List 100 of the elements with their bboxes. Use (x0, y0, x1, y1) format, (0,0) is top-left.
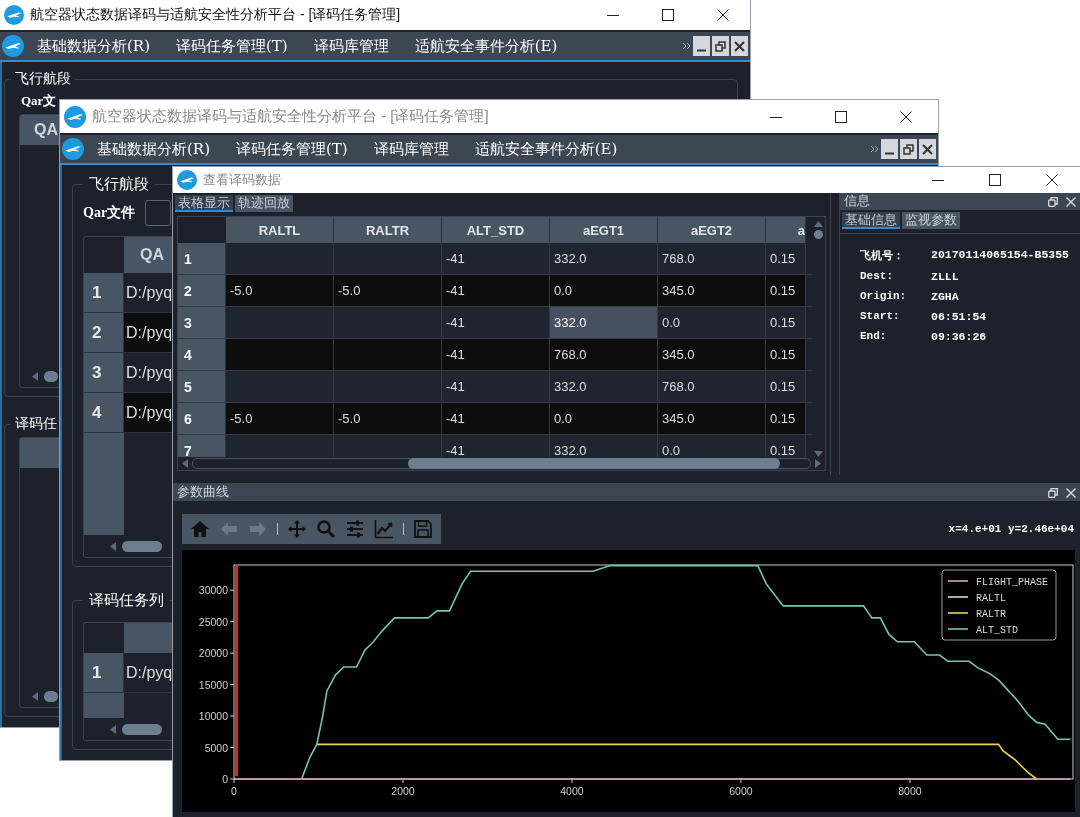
window-title: 查看译码数据 (203, 171, 282, 189)
table-cell: 332.0 (550, 243, 658, 274)
close-icon[interactable] (899, 110, 912, 123)
scroll-left-icon[interactable] (110, 724, 116, 734)
row-number: 2 (178, 275, 226, 306)
table-cell: 345.0 (658, 339, 766, 370)
maximize-icon[interactable] (834, 110, 847, 123)
tab[interactable]: 基础信息 (842, 212, 900, 229)
restore-icon[interactable] (903, 143, 914, 155)
field-label: Origin: (860, 290, 908, 303)
group-title: 飞行航段 (88, 175, 150, 194)
chevron-icon[interactable] (682, 42, 691, 50)
table-cell: -5.0 (334, 403, 442, 434)
scrollbar-thumb[interactable] (44, 370, 58, 382)
sliders-icon[interactable] (345, 519, 365, 539)
table-cell: -41 (442, 339, 550, 370)
cursor-coordinates: x=4.e+01 y=2.46e+04 (948, 523, 1074, 535)
field-label: Qar文件 (83, 204, 136, 222)
close-icon[interactable] (922, 143, 933, 155)
chevron-icon[interactable] (870, 145, 879, 153)
maximize-icon[interactable] (661, 9, 674, 21)
row-number: 3 (178, 307, 226, 338)
table-cell: 768.0 (658, 243, 766, 274)
tick-label: 10000 (198, 710, 228, 723)
menu-item[interactable]: 适航安全事件分析(E) (401, 36, 571, 56)
menu-item[interactable]: 译码库管理 (300, 36, 402, 56)
field-label: Start: (860, 310, 901, 323)
table-cell: 768.0 (658, 371, 766, 402)
app-logo-icon (64, 105, 86, 128)
column-header: RALTL (226, 217, 334, 243)
tab[interactable]: 轨迹回放 (235, 195, 293, 212)
save-icon[interactable] (413, 519, 433, 539)
table-cell: 332.0 (550, 435, 658, 457)
close-icon[interactable] (716, 9, 729, 21)
search-icon[interactable] (316, 519, 336, 539)
close-icon[interactable] (1045, 174, 1058, 186)
table-cell: 345.0 (658, 275, 766, 306)
scroll-up-icon[interactable] (814, 221, 823, 227)
close-icon[interactable] (734, 40, 745, 52)
table-cell: 0.15 (766, 435, 806, 457)
table-cell: -5.0 (226, 403, 334, 434)
table-cell: -41 (442, 307, 550, 338)
scroll-left-icon[interactable] (182, 459, 188, 468)
line-chart-icon[interactable] (374, 519, 394, 539)
field-label: 飞机号： (860, 248, 905, 263)
table-cell: 0.0 (550, 403, 658, 434)
row-number: 1 (84, 653, 124, 693)
row-number: 4 (178, 339, 226, 370)
row-number: 7 (178, 435, 226, 457)
restore-icon[interactable] (715, 40, 726, 52)
field-value: ZLLL (931, 270, 960, 283)
scroll-left-icon[interactable] (32, 371, 38, 381)
column-header: RALTR (334, 217, 442, 243)
scrollbar-thumb[interactable] (408, 458, 780, 469)
input-field[interactable] (145, 200, 172, 226)
tab[interactable]: 表格显示 (175, 195, 233, 212)
tick-label: 8000 (898, 785, 922, 797)
table-cell: 332.0 (550, 371, 658, 402)
table-cell: -5.0 (226, 275, 334, 306)
scroll-down-icon[interactable] (814, 451, 823, 457)
table-cell: 0.15 (766, 275, 806, 306)
menu-item[interactable]: 基础数据分析(R) (24, 36, 163, 56)
column-header: aEGT2 (658, 217, 766, 243)
maximize-icon[interactable] (988, 174, 1001, 186)
home-icon[interactable] (190, 519, 210, 539)
legend-label: ALT_STD (976, 625, 1018, 636)
table-cell: -41 (442, 371, 550, 402)
float-icon[interactable] (1048, 487, 1058, 498)
float-icon[interactable] (1048, 196, 1058, 207)
row-number: 1 (84, 273, 124, 313)
field-value: ZGHA (931, 290, 960, 303)
menu-item[interactable]: 译码任务管理(T) (163, 36, 301, 56)
row-number: 6 (178, 403, 226, 434)
app-logo-icon (4, 5, 24, 25)
table-cell: -41 (442, 275, 550, 306)
table-cell: 345.0 (658, 403, 766, 434)
scrollbar-thumb[interactable] (122, 540, 162, 552)
field-label: End: (860, 330, 888, 343)
column-header: a (766, 217, 806, 243)
tick-label: 6000 (729, 785, 753, 797)
tick-label: 25000 (198, 615, 228, 628)
scrollbar-thumb[interactable] (44, 690, 58, 702)
table-cell: -41 (442, 243, 550, 274)
scrollbar-thumb[interactable] (814, 230, 823, 239)
table-cell: 0.15 (766, 243, 806, 274)
tick-label: 20000 (198, 647, 228, 660)
scrollbar-thumb[interactable] (122, 723, 162, 735)
group-title: 译码任务列 (88, 591, 165, 610)
scroll-right-icon[interactable] (815, 459, 821, 468)
table-cell: 0.15 (766, 403, 806, 434)
group-title: 译码任 (14, 415, 58, 433)
app-logo-icon (2, 35, 24, 57)
app-logo-icon (62, 138, 84, 160)
tick-label: 15000 (198, 678, 228, 691)
legend-label: RALTR (976, 609, 1006, 620)
scroll-left-icon[interactable] (110, 541, 116, 551)
scroll-left-icon[interactable] (32, 691, 38, 701)
move-icon[interactable] (287, 519, 307, 539)
tab[interactable]: 监视参数 (902, 212, 960, 229)
panel-title: 参数曲线 (177, 484, 229, 501)
